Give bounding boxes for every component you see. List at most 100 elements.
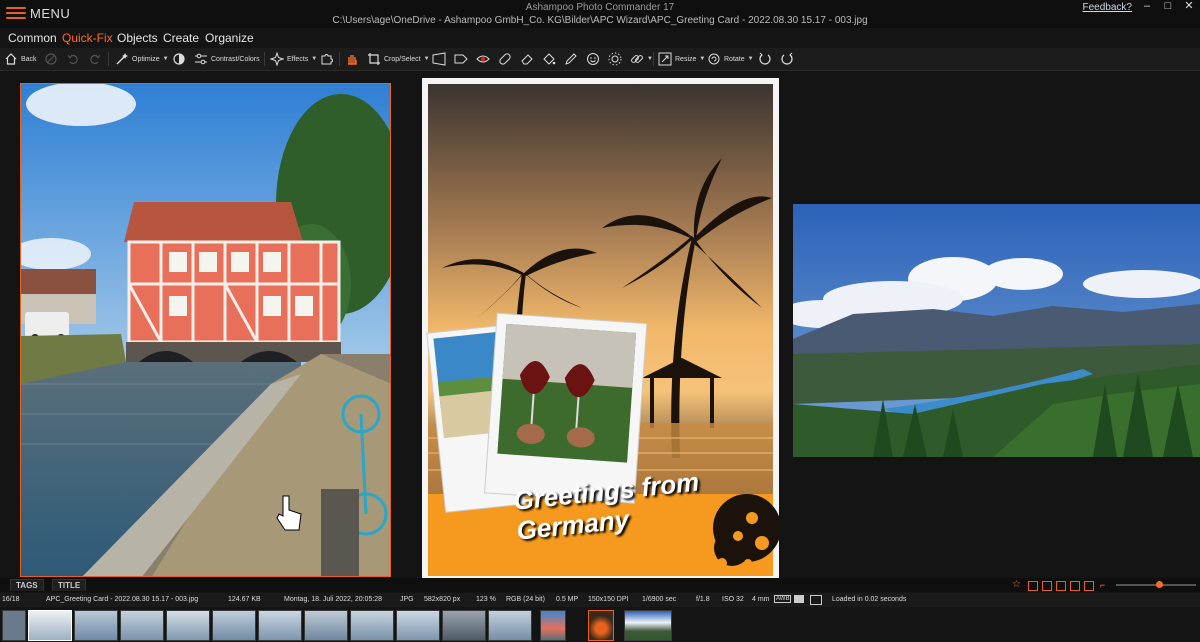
filmstrip-thumbnail[interactable] bbox=[396, 610, 440, 641]
light-button[interactable] bbox=[608, 51, 622, 67]
view-icon-1[interactable] bbox=[1028, 581, 1038, 591]
view-icon-3[interactable] bbox=[1056, 581, 1066, 591]
alpine-lake-image bbox=[793, 204, 1200, 457]
status-color: RGB (24 bit) bbox=[506, 596, 545, 603]
maximize-button[interactable]: □ bbox=[1159, 0, 1177, 14]
redo-button[interactable] bbox=[88, 51, 102, 67]
scroll-left-icon[interactable]: ⌐ bbox=[1100, 580, 1108, 590]
status-filename: APC_Greeting Card - 2022.08.30 15.17 - 0… bbox=[46, 596, 199, 603]
crop-select-button[interactable]: Crop/Select ▼ bbox=[367, 51, 430, 67]
chevron-down-icon: ▼ bbox=[311, 56, 318, 62]
bandage-icon bbox=[499, 53, 511, 65]
back-button[interactable]: Back bbox=[4, 51, 37, 67]
optimize-button[interactable]: Optimize ▼ bbox=[115, 51, 169, 67]
filmstrip-thumbnail[interactable] bbox=[120, 610, 164, 641]
greeting-card-photo[interactable]: Greetings from Germany bbox=[422, 78, 779, 582]
bandage-button[interactable] bbox=[498, 51, 512, 67]
chevron-down-icon: ▼ bbox=[162, 56, 169, 62]
tab-common[interactable]: Common bbox=[8, 31, 57, 45]
resize-icon bbox=[658, 52, 672, 66]
pencil-icon bbox=[565, 53, 577, 65]
workspace: Greetings from Germany bbox=[0, 71, 1200, 582]
eye-icon bbox=[476, 55, 490, 63]
eraser-button[interactable] bbox=[520, 51, 534, 67]
retouch-button[interactable] bbox=[586, 51, 600, 67]
star-icon[interactable]: ☆ bbox=[1012, 580, 1022, 590]
link-icon bbox=[631, 55, 643, 63]
thumbnail-size-slider[interactable] bbox=[1116, 581, 1196, 588]
effects-label: Effects bbox=[287, 55, 309, 63]
paint-bucket-icon bbox=[543, 53, 556, 65]
toolbar-divider bbox=[264, 52, 265, 66]
filmstrip-thumbnail[interactable] bbox=[212, 610, 256, 641]
ribbon-tabs: Common Quick-Fix Objects Create Organize bbox=[0, 28, 1200, 48]
filmstrip-thumbnail[interactable] bbox=[166, 610, 210, 641]
plugin-button[interactable] bbox=[320, 51, 334, 67]
no-entry-button[interactable] bbox=[44, 51, 58, 67]
filmstrip-thumbnail[interactable] bbox=[540, 610, 566, 641]
status-bar: 16/18 APC_Greeting Card - 2022.08.30 15.… bbox=[0, 593, 1200, 607]
gps-icon bbox=[810, 595, 822, 605]
tab-title[interactable]: TITLE bbox=[52, 579, 87, 591]
tab-organize[interactable]: Organize bbox=[205, 31, 254, 45]
chevron-down-icon: ▼ bbox=[699, 56, 706, 62]
tab-tags[interactable]: TAGS bbox=[10, 579, 44, 591]
toolbar-divider bbox=[108, 52, 109, 66]
status-date: Montag, 18. Juli 2022, 20:05:28 bbox=[284, 596, 383, 603]
photo-alpine-lake[interactable] bbox=[793, 204, 1200, 457]
smiley-icon bbox=[587, 53, 599, 65]
filmstrip-thumbnail[interactable] bbox=[488, 610, 532, 641]
sun-icon bbox=[608, 52, 622, 66]
rotate-label: Rotate bbox=[724, 55, 745, 63]
frame-button[interactable] bbox=[454, 51, 468, 67]
effects-button[interactable]: Effects ▼ bbox=[270, 51, 317, 67]
status-filesize: 124.67 KB bbox=[228, 596, 261, 603]
filmstrip-thumbnail[interactable] bbox=[304, 610, 348, 641]
hand-tool-button[interactable] bbox=[345, 51, 359, 67]
crop-icon bbox=[368, 53, 380, 65]
undo-button[interactable] bbox=[66, 51, 80, 67]
close-button[interactable]: ✕ bbox=[1180, 0, 1198, 14]
view-icon-5[interactable] bbox=[1084, 581, 1094, 591]
tab-quick-fix[interactable]: Quick-Fix bbox=[62, 31, 113, 45]
view-icon-4[interactable] bbox=[1070, 581, 1080, 591]
red-eye-button[interactable] bbox=[476, 51, 490, 67]
rotate-button[interactable]: Rotate ▼ bbox=[707, 51, 754, 67]
contrast-colors-button[interactable]: Contrast/Colors bbox=[194, 51, 260, 67]
tab-create[interactable]: Create bbox=[163, 31, 199, 45]
rotate-right-icon bbox=[781, 52, 793, 65]
rotate-right-button[interactable] bbox=[780, 51, 794, 67]
status-zoom: 123 % bbox=[476, 596, 496, 603]
tab-objects[interactable]: Objects bbox=[117, 31, 158, 45]
status-iso: ISO 32 bbox=[722, 596, 744, 603]
clone-button[interactable]: ▼ bbox=[630, 51, 653, 67]
perspective-button[interactable] bbox=[432, 51, 446, 67]
hand-icon bbox=[348, 55, 357, 65]
puzzle-icon bbox=[321, 54, 333, 65]
title-bar: MENU Ashampoo Photo Commander 17 C:\User… bbox=[0, 0, 1200, 28]
resize-button[interactable]: Resize ▼ bbox=[658, 51, 705, 67]
filmstrip-thumbnail[interactable] bbox=[442, 610, 486, 641]
filmstrip-thumbnail[interactable] bbox=[28, 610, 72, 641]
slider-handle[interactable] bbox=[1156, 581, 1163, 588]
toolbar-divider bbox=[339, 52, 340, 66]
home-icon bbox=[5, 53, 17, 65]
contrast-colors-label: Contrast/Colors bbox=[211, 55, 260, 63]
filmstrip-thumbnail[interactable] bbox=[350, 610, 394, 641]
status-exposure: 1/6900 sec bbox=[642, 596, 677, 603]
filmstrip-thumbnail[interactable] bbox=[74, 610, 118, 641]
filmstrip-thumbnail[interactable] bbox=[2, 610, 26, 641]
filmstrip-thumbnail-selected[interactable] bbox=[588, 610, 614, 641]
photo-house-canal[interactable] bbox=[20, 83, 391, 577]
rotate-left-button[interactable] bbox=[758, 51, 772, 67]
view-icon-2[interactable] bbox=[1042, 581, 1052, 591]
filmstrip-thumbnail[interactable] bbox=[624, 610, 672, 641]
brush-button[interactable] bbox=[564, 51, 578, 67]
fill-button[interactable] bbox=[542, 51, 556, 67]
filmstrip-thumbnail[interactable] bbox=[258, 610, 302, 641]
feedback-link[interactable]: Feedback? bbox=[1083, 2, 1132, 13]
auto-contrast-button[interactable] bbox=[172, 51, 186, 67]
minimize-button[interactable]: – bbox=[1138, 0, 1156, 14]
sparkle-icon bbox=[270, 52, 284, 66]
chevron-down-icon: ▼ bbox=[747, 56, 754, 62]
